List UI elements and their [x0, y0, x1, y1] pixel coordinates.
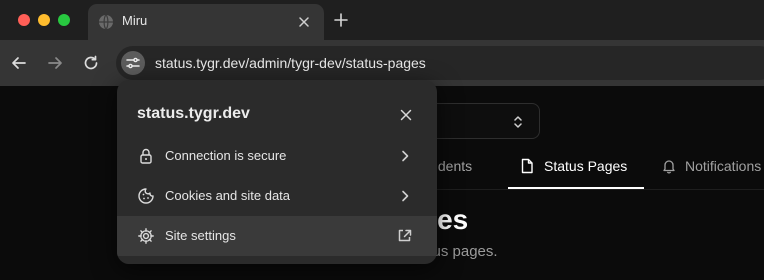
site-settings-item[interactable]: Site settings [117, 216, 437, 256]
active-tab-indicator [508, 187, 644, 189]
site-settings-label: Site settings [165, 228, 236, 243]
reload-icon[interactable] [81, 53, 101, 73]
browser-tab[interactable]: Miru [88, 4, 324, 40]
popup-domain: status.tygr.dev [137, 105, 250, 122]
tab-divider [400, 189, 764, 190]
address-bar[interactable]: status.tygr.dev/admin/tygr-dev/status-pa… [116, 46, 764, 80]
chevron-right-icon [402, 150, 409, 162]
external-link-icon [398, 229, 412, 242]
new-tab-icon[interactable] [333, 12, 349, 28]
url-text: status.tygr.dev/admin/tygr-dev/status-pa… [155, 55, 426, 71]
bell-icon [663, 160, 675, 174]
site-info-popup: status.tygr.dev Connection is secure Coo… [117, 80, 437, 264]
forward-arrow-icon[interactable] [45, 53, 65, 73]
close-tab-icon[interactable] [296, 14, 312, 30]
tune-icon [126, 57, 140, 69]
cookies-label: Cookies and site data [165, 188, 291, 203]
close-window-button[interactable] [18, 14, 30, 26]
minimize-window-button[interactable] [38, 14, 50, 26]
lock-icon [140, 148, 152, 164]
back-arrow-icon[interactable] [9, 53, 29, 73]
file-icon [521, 158, 533, 174]
connection-security-label: Connection is secure [165, 148, 287, 163]
maximize-window-button[interactable] [58, 14, 70, 26]
tab-status-pages-label: Status Pages [544, 158, 628, 174]
gear-icon [138, 228, 154, 244]
chevron-updown-icon [514, 116, 522, 128]
tab-notifications-label: Notifications [685, 158, 762, 174]
close-icon[interactable] [398, 107, 414, 123]
tab-title: Miru [122, 13, 148, 28]
cookies-item[interactable]: Cookies and site data [117, 176, 437, 216]
chevron-right-icon [402, 190, 409, 202]
tab-strip: Miru [0, 0, 764, 40]
site-info-button[interactable] [121, 51, 145, 75]
cookie-icon [138, 188, 154, 204]
connection-security-item[interactable]: Connection is secure [117, 136, 437, 176]
globe-icon [99, 14, 113, 30]
